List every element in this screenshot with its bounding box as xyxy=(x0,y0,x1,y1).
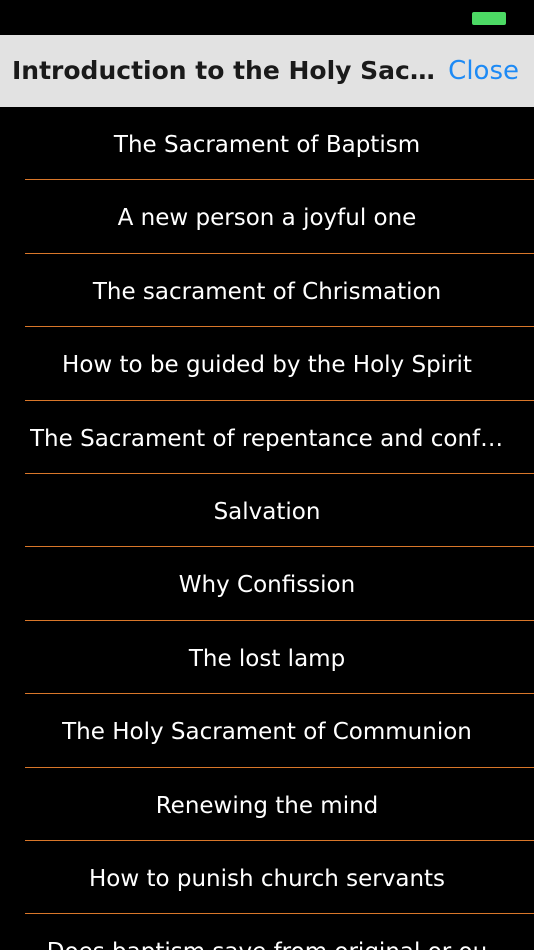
list-item[interactable]: The sacrament of Chrismation xyxy=(0,254,534,328)
page-title: Introduction to the Holy Sacraments xyxy=(12,56,437,85)
list-item[interactable]: Does baptism save from original or ou xyxy=(0,914,534,950)
list-item-label: The Sacrament of Baptism xyxy=(113,132,421,158)
list-item[interactable]: The Holy Sacrament of Communion xyxy=(0,694,534,768)
close-button[interactable]: Close xyxy=(448,35,519,107)
battery-icon xyxy=(472,12,506,25)
chapter-list[interactable]: The Sacrament of Baptism A new person a … xyxy=(0,107,534,950)
list-item[interactable]: The Sacrament of repentance and confessi… xyxy=(0,401,534,474)
status-bar xyxy=(0,0,534,35)
list-item-label: A new person a joyful one xyxy=(117,205,417,232)
list-item-label: The lost lamp xyxy=(188,645,346,672)
list-item[interactable]: Renewing the mind xyxy=(0,768,534,841)
list-item[interactable]: How to be guided by the Holy Spirit xyxy=(0,327,534,401)
list-item-label: How to be guided by the Holy Spirit xyxy=(62,352,472,379)
list-item[interactable]: Salvation xyxy=(0,474,534,548)
list-item-label: How to punish church servants xyxy=(88,865,446,892)
list-item[interactable]: The Sacrament of Baptism xyxy=(0,107,534,181)
list-item-label: The Sacrament of repentance and confessi… xyxy=(30,425,504,452)
list-item-label: The sacrament of Chrismation xyxy=(92,278,442,305)
navigation-bar: Introduction to the Holy Sacraments Clos… xyxy=(0,35,534,107)
list-item[interactable]: How to punish church servants xyxy=(0,841,534,915)
list-item[interactable]: A new person a joyful one xyxy=(0,180,534,254)
list-item-label: Does baptism save from original or ou xyxy=(30,914,504,950)
list-item[interactable]: The lost lamp xyxy=(0,621,534,695)
list-item-label: Why Confission xyxy=(178,572,356,599)
list-item-label: The Holy Sacrament of Communion xyxy=(62,719,472,746)
list-item-label: Salvation xyxy=(213,498,321,525)
list-item-label: Renewing the mind xyxy=(155,792,379,819)
list-item[interactable]: Why Confission xyxy=(0,547,534,621)
